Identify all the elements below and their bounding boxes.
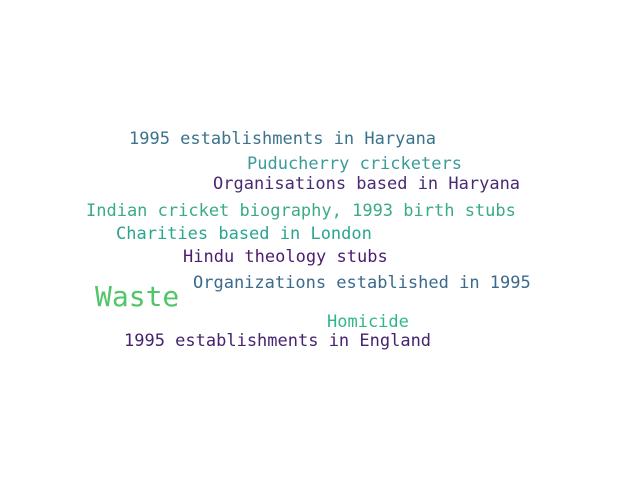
word-hindu-theology-stubs: Hindu theology stubs [183,247,388,267]
word-1995-establishments-in-haryana: 1995 establishments in Haryana [129,129,437,149]
word-organisations-based-in-haryana: Organisations based in Haryana [213,174,521,194]
word-cloud: 1995 establishments in Haryana Puducherr… [0,0,640,480]
word-indian-cricket-biography: Indian cricket biography, 1993 birth stu… [86,201,516,221]
word-charities-based-in-london: Charities based in London [116,224,372,244]
word-organizations-established-in-1995: Organizations established in 1995 [193,273,531,293]
word-waste: Waste [95,280,180,313]
word-puducherry-cricketers: Puducherry cricketers [247,154,462,174]
word-1995-establishments-in-england: 1995 establishments in England [124,331,432,351]
word-homicide: Homicide [327,312,409,332]
